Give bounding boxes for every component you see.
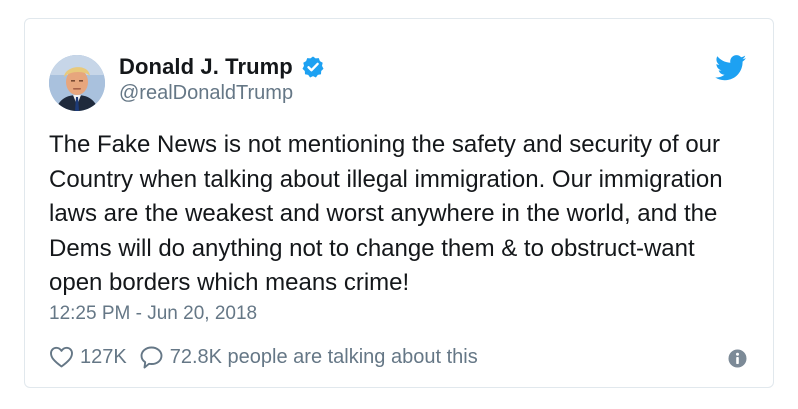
author-handle[interactable]: @realDonaldTrump <box>119 82 293 105</box>
engagement-row: 127K 72.8K people are talking about this <box>49 345 478 369</box>
heart-icon[interactable] <box>49 345 74 369</box>
info-icon[interactable] <box>728 349 747 368</box>
tweet-card[interactable]: Donald J. Trump @realDonaldTrump The Fak… <box>24 18 774 388</box>
author-name-row: Donald J. Trump <box>119 52 325 82</box>
avatar-image <box>49 55 105 111</box>
conversation-action[interactable]: 72.8K people are talking about this <box>139 345 478 369</box>
tweet-timestamp[interactable]: 12:25 PM - Jun 20, 2018 <box>49 303 257 325</box>
display-name[interactable]: Donald J. Trump <box>119 54 293 80</box>
tweet-text: The Fake News is not mentioning the safe… <box>49 131 723 296</box>
verified-badge-icon <box>301 55 325 79</box>
talking-count: 72.8K people are talking about this <box>169 345 478 368</box>
comment-icon[interactable] <box>139 345 164 369</box>
like-count: 127K <box>80 345 127 368</box>
twitter-bird-icon[interactable] <box>715 55 747 81</box>
like-action[interactable]: 127K <box>49 345 139 369</box>
avatar[interactable] <box>49 55 105 111</box>
